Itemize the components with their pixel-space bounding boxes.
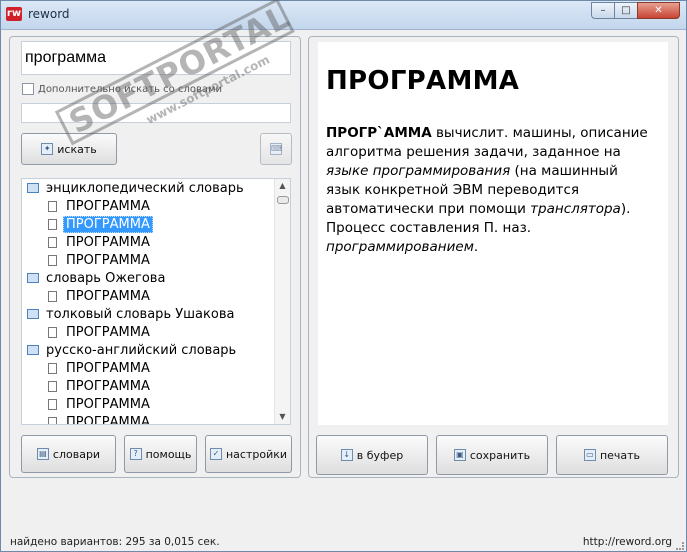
article-text-4: . <box>473 239 479 255</box>
tree-entry[interactable]: ПРОГРАММА <box>22 413 276 425</box>
print-button[interactable]: ▭ печать <box>556 435 668 475</box>
tree-item-label: энциклопедический словарь <box>46 180 244 196</box>
tree-entry[interactable]: ПРОГРАММА <box>22 377 276 395</box>
book-icon <box>27 309 39 319</box>
tree-entry[interactable]: ПРОГРАММА <box>22 323 276 341</box>
help-button[interactable]: ? помощь <box>124 435 197 473</box>
tree-dictionary[interactable]: русско-английский словарь <box>22 341 276 359</box>
close-button[interactable]: ✕ <box>637 2 680 19</box>
window-controls: – □ ✕ <box>591 2 680 20</box>
document-icon <box>48 236 57 248</box>
document-icon <box>48 416 57 424</box>
help-icon: ? <box>129 448 142 460</box>
article-term-2: транслятора <box>530 201 621 217</box>
search-icon: ✦ <box>41 143 54 155</box>
search-input[interactable] <box>21 41 291 75</box>
tree-item-label: русско-английский словарь <box>46 342 237 358</box>
status-bar: найдено вариантов: 295 за 0,015 сек. htt… <box>1 534 686 551</box>
document-icon <box>48 326 57 338</box>
tree-item-label: ПРОГРАММА <box>66 288 150 304</box>
tree-item-label: словарь Ожегова <box>46 270 166 286</box>
tree-item-label: ПРОГРАММА <box>66 324 150 340</box>
print-label: печать <box>599 448 641 462</box>
tree-entry[interactable]: ПРОГРАММА <box>22 251 276 269</box>
article-panel: ПРОГРАММА ПРОГР`АММА вычислит. машины, о… <box>308 36 679 478</box>
app-icon: rw <box>6 7 22 21</box>
print-icon: ▭ <box>583 449 596 461</box>
minimize-button[interactable]: – <box>591 2 615 19</box>
tree-dictionary[interactable]: словарь Ожегова <box>22 269 276 287</box>
save-label: сохранить <box>469 448 531 462</box>
website-link[interactable]: http://reword.org <box>583 536 672 548</box>
book-icon <box>27 345 39 355</box>
tree-entry[interactable]: ПРОГРАММА <box>22 215 276 233</box>
settings-label: настройки <box>225 447 288 461</box>
tree-scrollbar[interactable]: ▲ ▼ <box>274 179 290 424</box>
document-icon <box>48 398 57 410</box>
keyboard-icon: ⌨ <box>270 143 283 155</box>
document-icon <box>48 200 57 212</box>
tree-item-label: ПРОГРАММА <box>66 378 150 394</box>
keyboard-button[interactable]: ⌨ <box>260 133 292 165</box>
book-icon <box>27 183 39 193</box>
document-icon <box>48 290 57 302</box>
article-term-3: программированием <box>326 239 474 255</box>
clipboard-icon: ↓ <box>340 449 353 461</box>
save-button[interactable]: ▣ сохранить <box>436 435 548 475</box>
tree-item-label: ПРОГРАММА <box>66 396 150 412</box>
tree-dictionary[interactable]: энциклопедический словарь <box>22 179 276 197</box>
app-window: rw reword – □ ✕ Дополнительно искать со … <box>0 0 687 552</box>
dictionaries-icon: ▤ <box>36 448 49 460</box>
extra-words-input[interactable] <box>21 103 291 123</box>
copy-label: в буфер <box>356 448 404 462</box>
tree-entry[interactable]: ПРОГРАММА <box>22 359 276 377</box>
results-tree[interactable]: энциклопедический словарь ПРОГРАММА ПРОГРА… <box>21 178 291 425</box>
document-icon <box>48 218 57 230</box>
tree-item-label: толковый словарь Ушакова <box>46 306 235 322</box>
results-count: найдено вариантов: 295 за 0,015 сек. <box>10 536 220 548</box>
resize-grip-icon[interactable] <box>676 542 684 550</box>
tree-item-label: ПРОГРАММА <box>66 414 150 425</box>
tree-entry[interactable]: ПРОГРАММА <box>22 395 276 413</box>
title-bar[interactable]: rw reword – □ ✕ <box>1 1 686 30</box>
search-button-label: искать <box>57 142 97 156</box>
help-label: помощь <box>145 447 192 461</box>
save-icon: ▣ <box>453 449 466 461</box>
tree-dictionary[interactable]: толковый словарь Ушакова <box>22 305 276 323</box>
search-panel: Дополнительно искать со словами ✦ искать… <box>9 36 301 478</box>
search-button[interactable]: ✦ искать <box>21 133 117 165</box>
tree-item-label: ПРОГРАММА <box>66 198 150 214</box>
window-title: reword <box>28 7 70 21</box>
option-checkbox[interactable] <box>22 83 34 95</box>
option-label: Дополнительно искать со словами <box>38 83 223 95</box>
article-view[interactable]: ПРОГРАММА ПРОГР`АММА вычислит. машины, о… <box>318 42 668 425</box>
copy-to-clipboard-button[interactable]: ↓ в буфер <box>316 435 428 475</box>
tree-item-label: ПРОГРАММА <box>63 215 153 233</box>
tree-entry[interactable]: ПРОГРАММА <box>22 233 276 251</box>
book-icon <box>27 273 39 283</box>
maximize-button[interactable]: □ <box>614 2 638 19</box>
article-term-1: языке программирования <box>326 163 511 179</box>
tree-item-label: ПРОГРАММА <box>66 360 150 376</box>
scroll-up-icon[interactable]: ▲ <box>275 179 290 193</box>
tree-entry[interactable]: ПРОГРАММА <box>22 197 276 215</box>
dictionaries-button[interactable]: ▤ словари <box>21 435 116 473</box>
dictionaries-label: словари <box>52 447 101 461</box>
document-icon <box>48 254 57 266</box>
article-heading: ПРОГРАММА <box>326 66 520 96</box>
tree-item-label: ПРОГРАММА <box>66 234 150 250</box>
document-icon <box>48 380 57 392</box>
option-row[interactable]: Дополнительно искать со словами <box>22 83 222 95</box>
settings-icon: ✓ <box>209 448 222 460</box>
article-body: ПРОГР`АММА вычислит. машины, описание ал… <box>326 124 654 257</box>
tree-entry[interactable]: ПРОГРАММА <box>22 287 276 305</box>
scroll-down-icon[interactable]: ▼ <box>275 410 290 424</box>
article-headword: ПРОГР`АММА <box>326 125 432 141</box>
tree-item-label: ПРОГРАММА <box>66 252 150 268</box>
results-list: энциклопедический словарь ПРОГРАММА ПРОГРА… <box>22 179 276 425</box>
settings-button[interactable]: ✓ настройки <box>205 435 292 473</box>
scroll-thumb[interactable] <box>277 196 289 204</box>
document-icon <box>48 362 57 374</box>
